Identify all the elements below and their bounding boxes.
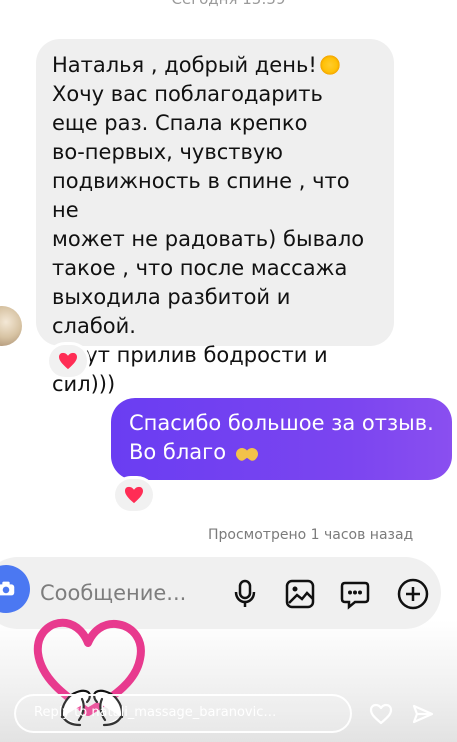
heart-reaction-icon [59,352,77,370]
incoming-heart-reaction[interactable] [49,345,87,377]
sticker-button[interactable] [338,577,372,611]
incoming-message-text: Наталья , добрый день! Хочу вас поблагод… [52,53,365,396]
gallery-button[interactable] [283,577,317,611]
microphone-button[interactable] [228,577,262,611]
outgoing-message-text: Спасибо большое за отзыв. Во благо [129,411,434,464]
microphone-icon [234,579,256,607]
image-icon [285,579,315,609]
outgoing-message-bubble[interactable]: Спасибо большое за отзыв. Во благо [111,398,452,480]
plus-icon [397,578,429,610]
story-like-button[interactable] [368,701,394,727]
sticker-icon [340,581,370,610]
chat-timestamp: Сегодня 15:59 [0,0,457,8]
story-screen: Сегодня 15:59 Наталья , добрый день! Хоч… [0,0,457,742]
send-icon [412,704,434,724]
outgoing-heart-reaction[interactable] [115,479,153,511]
incoming-message-bubble[interactable]: Наталья , добрый день! Хочу вас поблагод… [36,39,394,396]
heart-hands-emoji-icon [235,444,259,464]
camera-icon [0,581,15,596]
heart-reaction-icon [125,486,143,504]
seen-status: Просмотрено 1 часов назад [208,527,414,543]
story-reply-placeholder: Reply to natali_massage_baranovichi... [34,705,284,720]
story-send-button[interactable] [410,701,436,727]
heart-icon [369,703,393,725]
message-input[interactable]: Сообщение... [40,579,216,607]
sun-emoji-icon [318,53,342,77]
contact-avatar[interactable] [0,306,22,346]
add-button[interactable] [396,577,430,611]
